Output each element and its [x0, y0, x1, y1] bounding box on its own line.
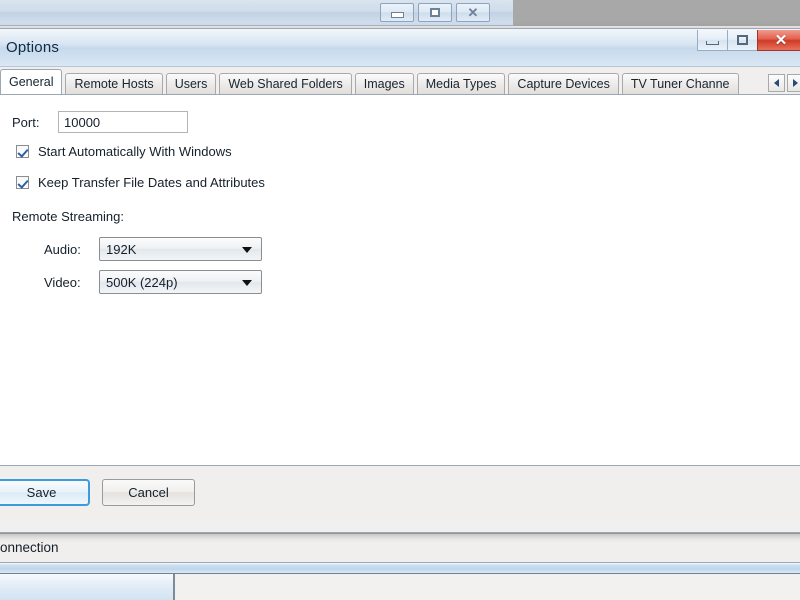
close-icon: ✕: [467, 4, 479, 20]
tab-capture-devices[interactable]: Capture Devices: [508, 73, 619, 94]
audio-bitrate-select[interactable]: 192K: [99, 237, 262, 261]
dialog-close-button[interactable]: ✕: [757, 30, 800, 51]
chevron-right-icon: [793, 79, 798, 87]
titlebar-sheen: [0, 29, 800, 47]
dialog-footer: Save Cancel: [0, 465, 800, 521]
chevron-down-icon: [242, 247, 252, 253]
maximize-icon: [430, 8, 440, 17]
save-button[interactable]: Save: [0, 479, 90, 506]
parent-window-titlebar: ✕: [0, 0, 513, 26]
video-bitrate-value: 500K (224p): [106, 274, 178, 290]
parent-minimize-button[interactable]: [380, 3, 414, 22]
tab-tv-tuner-channels[interactable]: TV Tuner Channe: [621, 73, 739, 94]
maximize-icon: [737, 35, 748, 45]
start-automatically-label: Start Automatically With Windows: [38, 144, 232, 159]
chevron-left-icon: [774, 79, 779, 87]
tab-media-types[interactable]: Media Types: [416, 73, 506, 94]
parent-grid: [0, 574, 800, 600]
audio-bitrate-value: 192K: [106, 241, 137, 257]
chevron-down-icon: [242, 280, 252, 286]
audio-label: Audio:: [44, 241, 81, 257]
port-input[interactable]: [58, 111, 188, 133]
remote-streaming-heading: Remote Streaming:: [12, 209, 124, 224]
audio-row: Audio: 192K: [44, 237, 262, 261]
video-row: Video: 500K (224p): [44, 270, 262, 294]
options-dialog: Options ✕ General Remote Hosts Users Web…: [0, 28, 800, 533]
tab-remote-hosts[interactable]: Remote Hosts: [65, 73, 163, 94]
video-label: Video:: [44, 274, 81, 290]
parent-window-controls: ✕: [380, 3, 490, 22]
video-bitrate-select[interactable]: 500K (224p): [99, 270, 262, 294]
tab-scroll-right-button[interactable]: [787, 74, 800, 92]
port-row: Port:: [12, 111, 188, 133]
parent-grid-divider: [173, 574, 175, 600]
parent-grid-selected-column: [0, 574, 173, 600]
dialog-titlebar[interactable]: Options ✕: [0, 29, 800, 67]
keep-transfer-dates-checkbox[interactable]: [16, 176, 29, 189]
tab-scroll-left-button[interactable]: [768, 74, 785, 92]
tab-images[interactable]: Images: [354, 73, 414, 94]
close-icon: ✕: [774, 32, 788, 49]
parent-close-button[interactable]: ✕: [456, 3, 490, 22]
parent-status-text: onnection: [0, 540, 59, 555]
tab-general[interactable]: General: [0, 69, 63, 94]
general-tab-panel: Port: Start Automatically With Windows K…: [0, 95, 800, 465]
keep-transfer-dates-checkbox-row[interactable]: Keep Transfer File Dates and Attributes: [16, 175, 265, 190]
keep-transfer-dates-label: Keep Transfer File Dates and Attributes: [38, 175, 265, 190]
tab-users[interactable]: Users: [165, 73, 217, 94]
dialog-title: Options: [6, 39, 60, 56]
port-label: Port:: [12, 114, 40, 130]
minimize-icon: [706, 41, 719, 45]
parent-separator: [0, 533, 800, 534]
tab-strip: General Remote Hosts Users Web Shared Fo…: [0, 67, 800, 95]
dialog-minimize-button[interactable]: [697, 30, 728, 51]
desktop-gray-area: [513, 0, 800, 26]
tab-web-shared-folders[interactable]: Web Shared Folders: [219, 73, 352, 94]
start-automatically-checkbox-row[interactable]: Start Automatically With Windows: [16, 144, 232, 159]
cancel-button[interactable]: Cancel: [102, 479, 195, 506]
parent-maximize-button[interactable]: [418, 3, 452, 22]
dialog-maximize-button[interactable]: [727, 30, 758, 51]
parent-highlight-band: [0, 562, 800, 574]
screen: ✕ onnection Options ✕ General Remote Hos…: [0, 0, 800, 600]
dialog-window-controls: ✕: [697, 30, 800, 51]
tab-scroll-controls: [768, 74, 800, 92]
start-automatically-checkbox[interactable]: [16, 145, 29, 158]
minimize-icon: [390, 12, 404, 18]
